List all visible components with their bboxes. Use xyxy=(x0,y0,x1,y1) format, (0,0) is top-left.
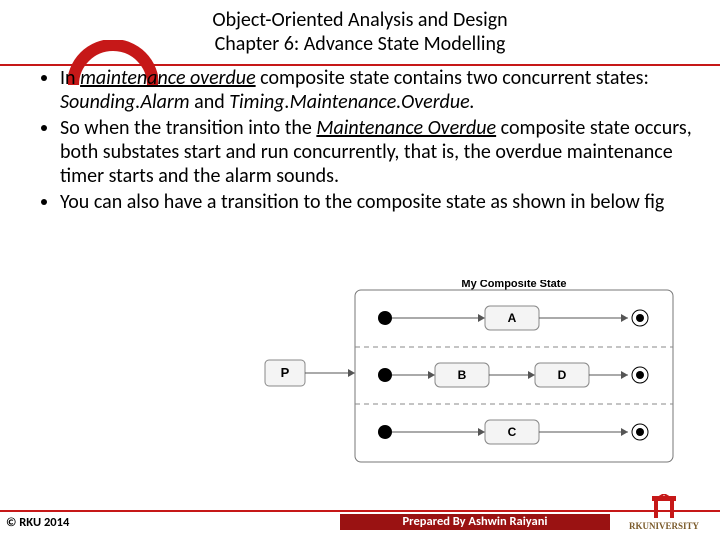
svg-text:A: A xyxy=(508,311,517,325)
slide-body: In maintenance overdue composite state c… xyxy=(32,66,692,216)
rku-logo-icon: RKUNIVERSITY xyxy=(614,494,714,534)
svg-text:C: C xyxy=(508,425,517,439)
footer-divider xyxy=(0,510,720,512)
footer-copyright: © RKU 2014 xyxy=(6,515,69,530)
state-diagram: P My Composite State A B D xyxy=(260,280,680,470)
svg-text:D: D xyxy=(558,368,567,382)
p-label: P xyxy=(281,365,290,380)
composite-title: My Composite State xyxy=(461,280,566,290)
svg-text:RKUNIVERSITY: RKUNIVERSITY xyxy=(629,521,700,531)
bullet-item: You can also have a transition to the co… xyxy=(60,190,692,214)
bullet-item: In maintenance overdue composite state c… xyxy=(60,66,692,114)
bullet-item: So when the transition into the Maintena… xyxy=(60,116,692,188)
svg-text:B: B xyxy=(458,368,467,382)
slide-title: Object-Oriented Analysis and Design xyxy=(0,8,720,32)
footer-author: Prepared By Ashwin Raiyani xyxy=(340,514,610,530)
